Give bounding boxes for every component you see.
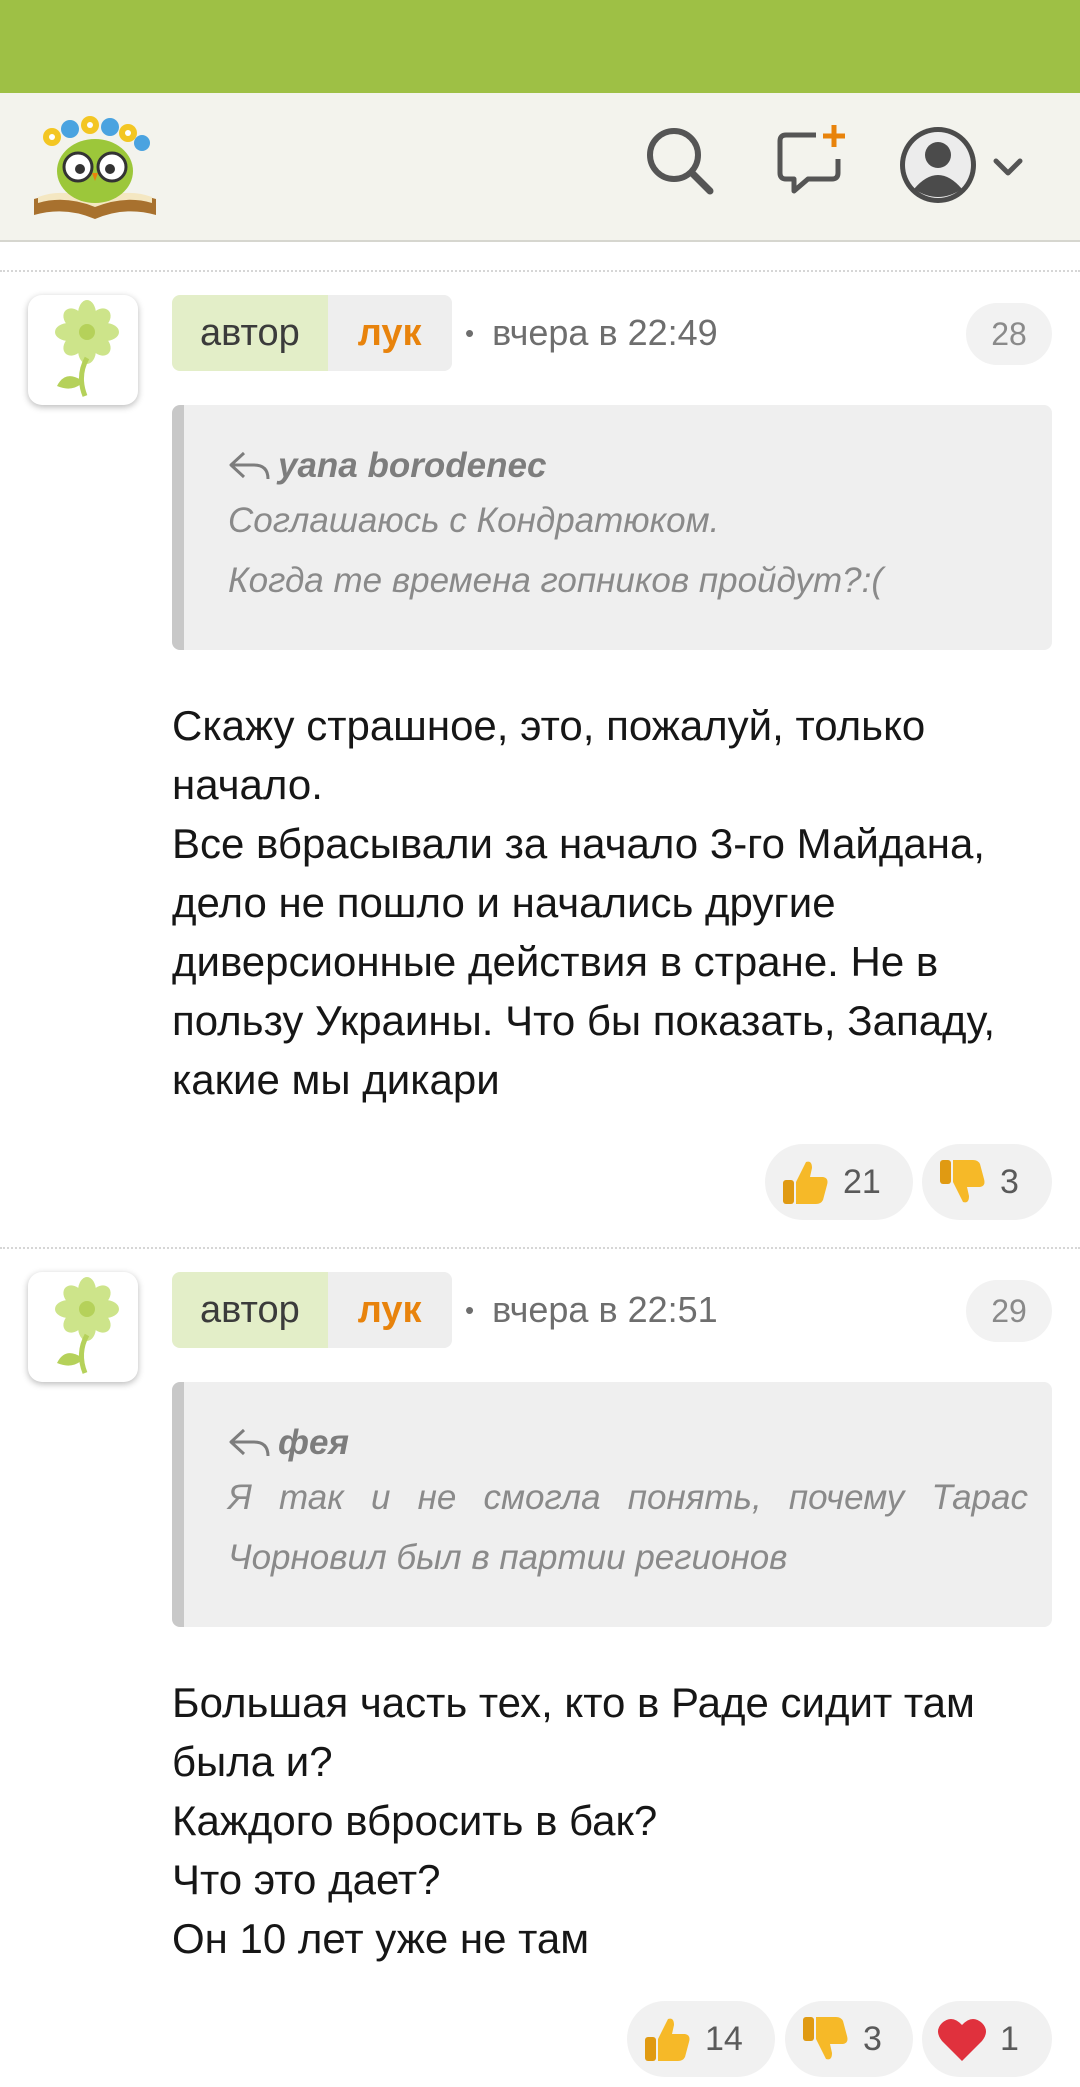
status-bar [0, 0, 1080, 93]
separator [0, 270, 1080, 272]
search-button[interactable] [640, 121, 720, 201]
new-post-button[interactable] [772, 121, 852, 201]
role-label: автор [172, 295, 328, 371]
profile-menu-button[interactable] [898, 123, 1030, 209]
like-count: 21 [843, 1162, 881, 1201]
separator [0, 1247, 1080, 1249]
body-line: Скажу страшное, это, пожалуй, только [172, 702, 926, 749]
top-header [0, 93, 1080, 242]
author-badge[interactable]: автор лук [172, 295, 452, 371]
comment-number[interactable]: 28 [966, 303, 1052, 365]
body-line: диверсионные действия в стране. Не в [172, 938, 939, 985]
thumbs-down-icon [803, 2017, 848, 2060]
username[interactable]: лук [327, 295, 452, 371]
comment-body: Скажу страшное, это, пожалуй, только нач… [172, 696, 1072, 1109]
thumbs-up-icon [783, 1161, 828, 1204]
quote-line: Когда те времена гопников пройдут?:( [228, 561, 883, 600]
body-line: Большая часть тех, кто в Раде сидит там [172, 1679, 975, 1726]
quote-block: фея Я так и не смогла понять, почему Тар… [172, 1382, 1052, 1627]
dislike-button[interactable]: 3 [922, 1144, 1052, 1220]
like-count: 14 [705, 2019, 743, 2058]
profile-icon [900, 127, 1023, 203]
body-line: начало. [172, 761, 323, 808]
quote-line: Я так и не смогла понять, почему Тарас [228, 1478, 1028, 1517]
body-line: Он 10 лет уже не там [172, 1915, 590, 1962]
body-line: Каждого вбросить в бак? [172, 1797, 658, 1844]
username[interactable]: лук [327, 1272, 452, 1348]
reply-arrow-icon [229, 1428, 270, 1457]
site-logo[interactable] [30, 111, 160, 223]
body-line: дело не пошло и начались другие [172, 879, 836, 926]
meta-dot: • [465, 318, 475, 348]
heart-count: 1 [1000, 2019, 1019, 2058]
heart-button[interactable]: 1 [922, 2001, 1052, 2077]
search-icon [647, 128, 714, 195]
thumbs-up-icon [645, 2018, 690, 2061]
author-badge[interactable]: автор лук [172, 1272, 452, 1348]
commenter-avatar[interactable] [28, 1272, 138, 1382]
meta-dot: • [465, 1295, 475, 1325]
like-button[interactable]: 14 [627, 2001, 775, 2077]
quote-author-row: фея [228, 1418, 1028, 1468]
quote-block: yana borodenec Соглашаюсь с Кондратюком.… [172, 405, 1052, 650]
reading-owl-logo-icon [34, 116, 156, 219]
body-line: пользу Украины. Что бы показать, Западу, [172, 997, 996, 1044]
body-line: Что это дает? [172, 1856, 441, 1903]
thumbs-down-icon [940, 1160, 985, 1203]
dislike-count: 3 [1000, 1162, 1019, 1201]
dislike-button[interactable]: 3 [785, 2001, 913, 2077]
commenter-avatar[interactable] [28, 295, 138, 405]
comment-time: вчера в 22:49 [492, 312, 718, 353]
heart-icon [938, 2018, 986, 2061]
body-line: была и? [172, 1738, 333, 1785]
role-label: автор [172, 1272, 328, 1348]
reply-arrow-icon [229, 451, 270, 480]
flower-icon [55, 300, 119, 397]
like-button[interactable]: 21 [765, 1144, 913, 1220]
body-line: Все вбрасывали за начало 3-го Майдана, [172, 820, 985, 867]
comment-body: Большая часть тех, кто в Раде сидит там … [172, 1673, 1072, 1968]
comment-time: вчера в 22:51 [492, 1289, 718, 1330]
new-post-icon [777, 125, 845, 194]
quote-line: Чорновил был в партии регионов [228, 1538, 788, 1577]
comment-number[interactable]: 29 [966, 1280, 1052, 1342]
comment-meta: • вчера в 22:51 [465, 1272, 718, 1348]
quote-line: Соглашаюсь с Кондратюком. [228, 501, 720, 540]
quote-author[interactable]: yana borodenec [278, 441, 546, 491]
quote-author-row: yana borodenec [228, 441, 1028, 491]
dislike-count: 3 [863, 2019, 882, 2058]
comment-meta: • вчера в 22:49 [465, 295, 718, 371]
flower-icon [55, 1277, 119, 1374]
quote-author[interactable]: фея [278, 1418, 349, 1468]
body-line: какие мы дикари [172, 1056, 500, 1103]
